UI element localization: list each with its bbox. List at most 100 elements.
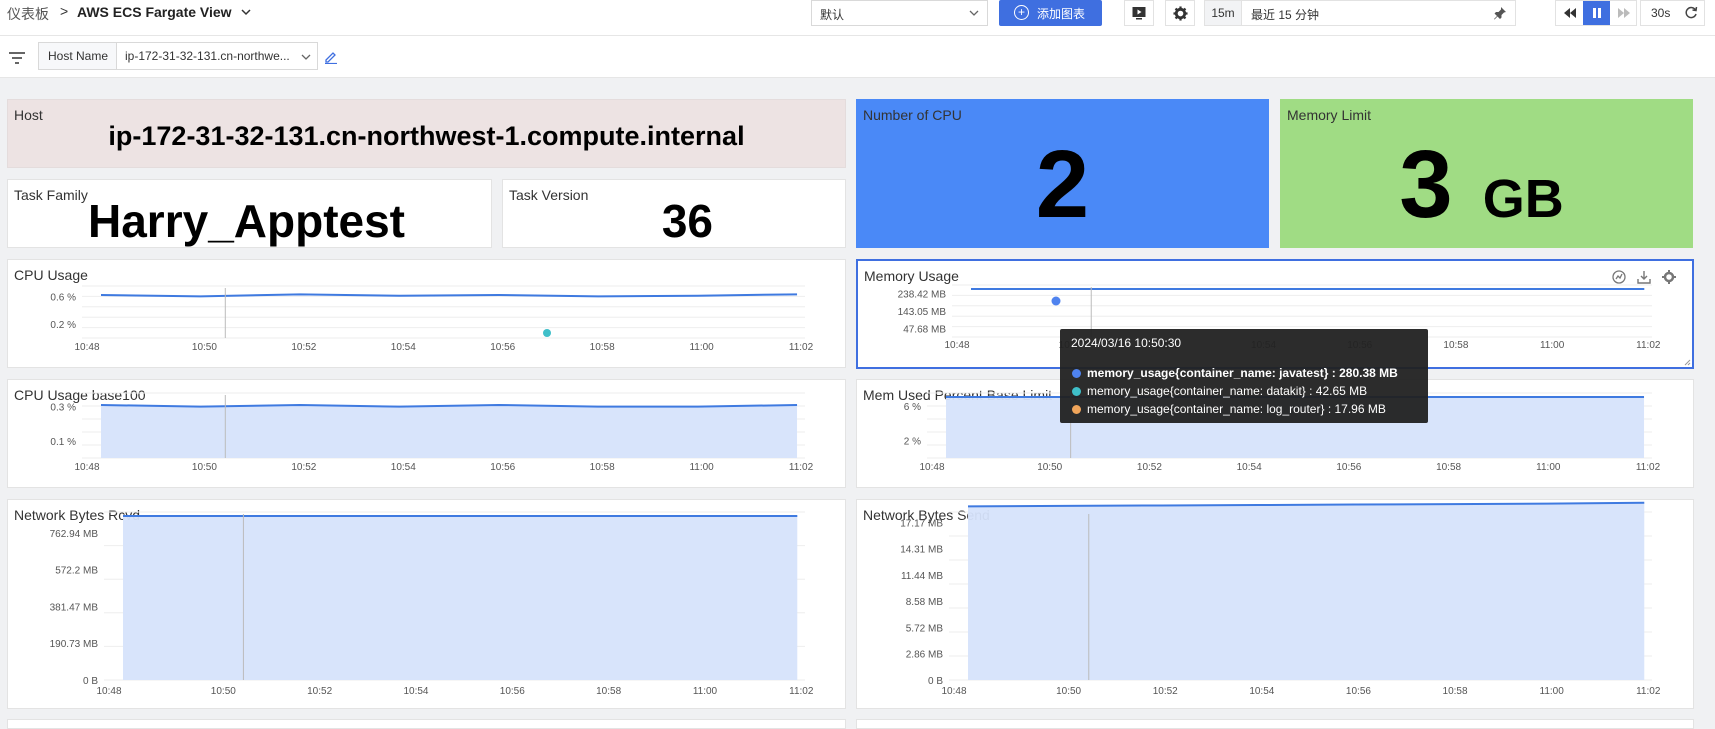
host-panel[interactable]: Host ip-172-31-32-131.cn-northwest-1.com…: [7, 99, 846, 168]
y-tick-label: 2 %: [904, 437, 921, 448]
network-rcvd-panel[interactable]: Network Bytes Rcvd 953.67 MB762.94 MB572…: [7, 499, 846, 709]
y-tick-label: 190.73 MB: [50, 639, 99, 650]
filter-bar: Host Name ip-172-31-32-131.cn-northwe...: [0, 36, 1715, 78]
x-tick-label: 10:52: [291, 462, 316, 473]
y-tick-label: 0.1 %: [50, 437, 76, 448]
series-area: [968, 502, 1645, 680]
x-tick-label: 10:50: [192, 342, 217, 353]
x-tick-label: 10:50: [192, 462, 217, 473]
rewind-icon: [1563, 8, 1576, 18]
pin-icon[interactable]: [1493, 6, 1507, 20]
resize-handle-icon[interactable]: [1684, 359, 1691, 366]
x-tick-label: 11:00: [689, 342, 714, 353]
forward-button[interactable]: [1610, 1, 1637, 25]
x-tick-label: 10:54: [391, 462, 416, 473]
chevron-down-icon[interactable]: [240, 6, 252, 18]
x-tick-label: 11:00: [1540, 686, 1565, 697]
y-tick-label: 20.03 MB: [900, 500, 943, 503]
task-version-panel[interactable]: Task Version 36: [502, 179, 846, 248]
x-tick-label: 10:52: [1137, 462, 1162, 473]
x-tick-label: 10:48: [74, 462, 99, 473]
y-tick-label: 0.3 %: [50, 403, 76, 414]
x-tick-label: 10:58: [590, 462, 615, 473]
series-area: [101, 404, 798, 458]
x-tick-label: 10:48: [96, 686, 121, 697]
tooltip-row-text: memory_usage{container_name: javatest} :…: [1087, 366, 1398, 380]
x-tick-label: 10:48: [919, 462, 944, 473]
preset-select-value: 默认: [820, 8, 845, 22]
x-tick-label: 10:58: [590, 342, 615, 353]
chevron-down-icon: [301, 54, 311, 60]
settings-button[interactable]: [1165, 0, 1195, 26]
tooltip-time: 2024/03/16 10:50:30: [1071, 336, 1182, 350]
presentation-button[interactable]: [1124, 0, 1154, 26]
cpu-usage-panel[interactable]: CPU Usage 0.6 % 0.2 % 10:48 10:50 10:52 10:54…: [7, 259, 846, 368]
variable-label: Host Name: [39, 43, 117, 69]
tooltip-row: memory_usage{container_name: javatest} :…: [1072, 366, 1398, 380]
tooltip-row-text: memory_usage{container_name: log_router}…: [1087, 402, 1386, 416]
breadcrumb-dashboards[interactable]: 仪表板: [7, 4, 49, 24]
memory-limit-unit: GB: [1482, 169, 1564, 229]
refresh-icon[interactable]: [1684, 6, 1698, 20]
dashboard-title[interactable]: AWS ECS Fargate View: [77, 4, 232, 20]
x-tick-label: 11:00: [689, 462, 714, 473]
refresh-interval-control[interactable]: 30s: [1640, 0, 1705, 26]
x-tick-label: 11:00: [1536, 462, 1561, 473]
x-tick-label: 11:02: [789, 342, 814, 353]
cpu-base100-panel[interactable]: CPU Usage base100 0.3 % 0.1 % 10:48 10:50 10…: [7, 379, 846, 488]
x-tick-label: 11:00: [693, 686, 718, 697]
network-send-chart[interactable]: 20.03 MB 17.17 MB 14.31 MB 11.44 MB 8.58 MB 5…: [857, 500, 1695, 710]
x-tick-label: 10:52: [1153, 686, 1178, 697]
panel-title: Memory Limit: [1287, 107, 1372, 123]
x-tick-label: 10:52: [307, 686, 332, 697]
top-bar: 仪表板 > AWS ECS Fargate View 默认 + 添加图表 15m…: [0, 0, 1715, 36]
series-line: [100, 403, 798, 408]
add-chart-label: 添加图表: [1037, 7, 1086, 21]
y-tick-label: 14.31 MB: [900, 545, 943, 556]
network-send-panel[interactable]: Network Bytes Send 20.03 MB17.17 MB14.31…: [856, 499, 1694, 709]
memory-limit-panel[interactable]: Memory Limit 3 GB: [1280, 99, 1693, 248]
cpu-count-panel[interactable]: Number of CPU 2: [856, 99, 1269, 248]
pause-icon: [1592, 8, 1601, 18]
x-tick-label: 10:54: [403, 686, 428, 697]
x-tick-label: 10:48: [74, 342, 99, 353]
time-range-label: 最近 15 分钟: [1251, 8, 1320, 22]
task-family-panel[interactable]: Task Family Harry_Apptest: [7, 179, 492, 248]
x-tick-label: 10:56: [1346, 686, 1371, 697]
refresh-interval-value: 30s: [1651, 6, 1671, 20]
y-tick-label: 238.42 MB: [898, 289, 947, 300]
cpu-base100-chart[interactable]: 0.3 % 0.1 % 10:48 10:50 10:52 10:54 10:56 10:58…: [8, 380, 847, 489]
y-tick-label: 572.2 MB: [55, 566, 98, 577]
x-tick-label: 10:56: [490, 342, 515, 353]
task-family-value: Harry_Apptest: [88, 195, 405, 247]
chart-tooltip: 2024/03/16 10:50:30 memory_usage{contain…: [1060, 329, 1428, 423]
tooltip-row: memory_usage{container_name: datakit} : …: [1072, 384, 1367, 398]
cpu-usage-chart[interactable]: 0.6 % 0.2 % 10:48 10:50 10:52 10:54 10:56 10:58…: [8, 260, 847, 369]
network-rcvd-chart[interactable]: 953.67 MB 762.94 MB 572.2 MB 381.47 MB 190.7…: [8, 500, 847, 710]
fast-forward-icon: [1617, 8, 1630, 18]
tooltip-row: memory_usage{container_name: log_router}…: [1072, 402, 1386, 416]
add-chart-button[interactable]: + 添加图表: [999, 0, 1102, 26]
filter-icon[interactable]: [9, 51, 25, 65]
series-dot: [1072, 387, 1081, 396]
x-tick-label: 10:54: [1249, 686, 1274, 697]
x-tick-label: 10:48: [941, 686, 966, 697]
x-tick-label: 10:54: [391, 342, 416, 353]
y-tick-label: 47.68 MB: [903, 324, 946, 335]
edit-icon[interactable]: [324, 50, 338, 64]
y-tick-label: 0.6 %: [50, 292, 76, 303]
pause-button[interactable]: [1583, 1, 1610, 25]
preset-select[interactable]: 默认: [811, 0, 988, 26]
x-tick-label: 11:02: [789, 462, 814, 473]
series-area: [123, 516, 798, 680]
time-range-picker[interactable]: 15m 最近 15 分钟: [1204, 0, 1516, 26]
memory-limit-number: 3: [1399, 131, 1453, 238]
x-tick-label: 10:58: [1443, 340, 1468, 351]
tooltip-row-text: memory_usage{container_name: datakit} : …: [1087, 384, 1368, 398]
task-version-value: 36: [661, 195, 713, 247]
series-dot: [1072, 369, 1081, 378]
x-tick-label: 11:02: [1636, 686, 1661, 697]
host-name-variable[interactable]: Host Name ip-172-31-32-131.cn-northwe...: [38, 42, 318, 70]
x-tick-label: 11:00: [1540, 340, 1565, 351]
rewind-button[interactable]: [1556, 1, 1583, 25]
